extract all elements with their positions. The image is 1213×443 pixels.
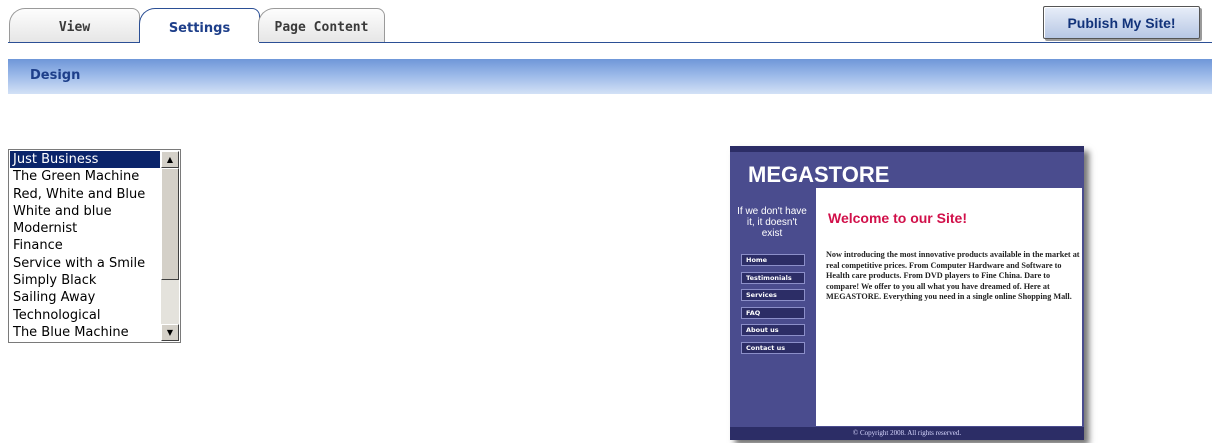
preview-body-text: Now introducing the most innovative prod… bbox=[826, 250, 1080, 301]
publish-button[interactable]: Publish My Site! bbox=[1043, 6, 1200, 39]
preview-nav-faq: FAQ bbox=[741, 306, 805, 319]
theme-option[interactable]: Technological bbox=[10, 307, 160, 324]
preview-content: Welcome to our Site! Now introducing the… bbox=[816, 188, 1082, 426]
theme-list: Just Business The Green Machine Red, Whi… bbox=[10, 151, 160, 341]
tab-page-content[interactable]: Page Content bbox=[258, 8, 385, 42]
preview-nav-services: Services bbox=[741, 289, 805, 302]
theme-listbox[interactable]: Just Business The Green Machine Red, Whi… bbox=[8, 149, 181, 343]
theme-option[interactable]: Finance bbox=[10, 237, 160, 254]
preview-welcome-heading: Welcome to our Site! bbox=[828, 210, 967, 226]
tab-view[interactable]: View bbox=[9, 8, 140, 42]
preview-nav-about: About us bbox=[741, 324, 805, 337]
theme-option[interactable]: Sailing Away bbox=[10, 289, 160, 306]
theme-option[interactable]: The Blue Machine bbox=[10, 324, 160, 341]
theme-option[interactable]: Simply Black bbox=[10, 272, 160, 289]
preview-nav: Home Testimonials Services FAQ About us … bbox=[741, 254, 805, 360]
theme-option[interactable]: White and blue bbox=[10, 203, 160, 220]
preview-top-strip bbox=[730, 146, 1084, 152]
list-scrollbar[interactable]: ▲ ▼ bbox=[161, 151, 179, 341]
scroll-down-icon[interactable]: ▼ bbox=[161, 324, 179, 341]
preview-footer: © Copyright 2008. All rights reserved. bbox=[730, 427, 1084, 440]
preview-sidebar: If we don't have it, it doesn't exist Ho… bbox=[730, 196, 813, 426]
preview-site-title: MEGASTORE bbox=[748, 162, 890, 187]
theme-option[interactable]: Service with a Smile bbox=[10, 255, 160, 272]
scroll-thumb[interactable] bbox=[161, 168, 179, 280]
section-title: Design bbox=[30, 68, 81, 83]
preview-nav-contact: Contact us bbox=[741, 341, 805, 354]
theme-preview: MEGASTORE If we don't have it, it doesn'… bbox=[730, 146, 1084, 440]
theme-option[interactable]: Red, White and Blue bbox=[10, 186, 160, 203]
section-header: Design bbox=[8, 59, 1212, 94]
preview-tagline: If we don't have it, it doesn't exist bbox=[737, 206, 807, 239]
preview-nav-testimonials: Testimonials bbox=[741, 271, 805, 284]
theme-option[interactable]: The Green Machine bbox=[10, 168, 160, 185]
theme-option[interactable]: Just Business bbox=[10, 151, 160, 169]
theme-option[interactable]: Modernist bbox=[10, 220, 160, 237]
tab-bar: View Settings Page Content Publish My Si… bbox=[0, 0, 1213, 46]
tab-settings[interactable]: Settings bbox=[139, 8, 260, 43]
scroll-up-icon[interactable]: ▲ bbox=[161, 151, 179, 168]
preview-nav-home: Home bbox=[741, 254, 805, 266]
